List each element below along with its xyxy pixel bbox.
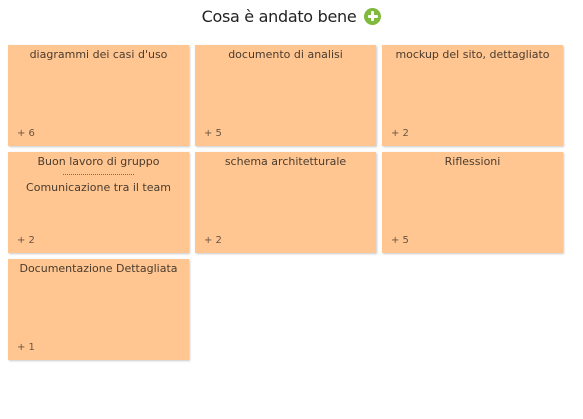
sticky-card-grouped[interactable]: Buon lavoro di gruppo Comunicazione tra … — [8, 152, 189, 253]
group-divider — [63, 174, 134, 175]
card-title: Buon lavoro di gruppo — [37, 155, 160, 168]
card-title: Riflessioni — [444, 155, 501, 168]
vote-count[interactable]: + 2 — [204, 235, 222, 246]
card-title: Documentazione Dettagliata — [19, 262, 178, 275]
card-title: documento di analisi — [228, 48, 343, 61]
column-title: Cosa è andato bene — [201, 6, 357, 26]
vote-count[interactable]: + 5 — [391, 235, 409, 246]
column-header: Cosa è andato bene — [0, 4, 583, 28]
vote-count[interactable]: + 6 — [17, 128, 35, 139]
sticky-card[interactable]: Riflessioni + 5 — [382, 152, 563, 253]
sticky-card[interactable]: mockup del sito, dettagliato + 2 — [382, 45, 563, 146]
card-title: mockup del sito, dettagliato — [395, 48, 550, 61]
sticky-card[interactable]: diagrammi dei casi d'uso + 6 — [8, 45, 189, 146]
vote-count[interactable]: + 2 — [17, 235, 35, 246]
vote-count[interactable]: + 2 — [391, 128, 409, 139]
card-title: schema architetturale — [224, 155, 347, 168]
sticky-card[interactable]: Documentazione Dettagliata + 1 — [8, 259, 189, 360]
vote-count[interactable]: + 1 — [17, 342, 35, 353]
card-title: diagrammi dei casi d'uso — [29, 48, 168, 61]
add-card-icon[interactable] — [364, 7, 382, 25]
sticky-card[interactable]: documento di analisi + 5 — [195, 45, 376, 146]
sticky-card[interactable]: schema architetturale + 2 — [195, 152, 376, 253]
vote-count[interactable]: + 5 — [204, 128, 222, 139]
card-subtitle: Comunicazione tra il team — [26, 181, 171, 194]
